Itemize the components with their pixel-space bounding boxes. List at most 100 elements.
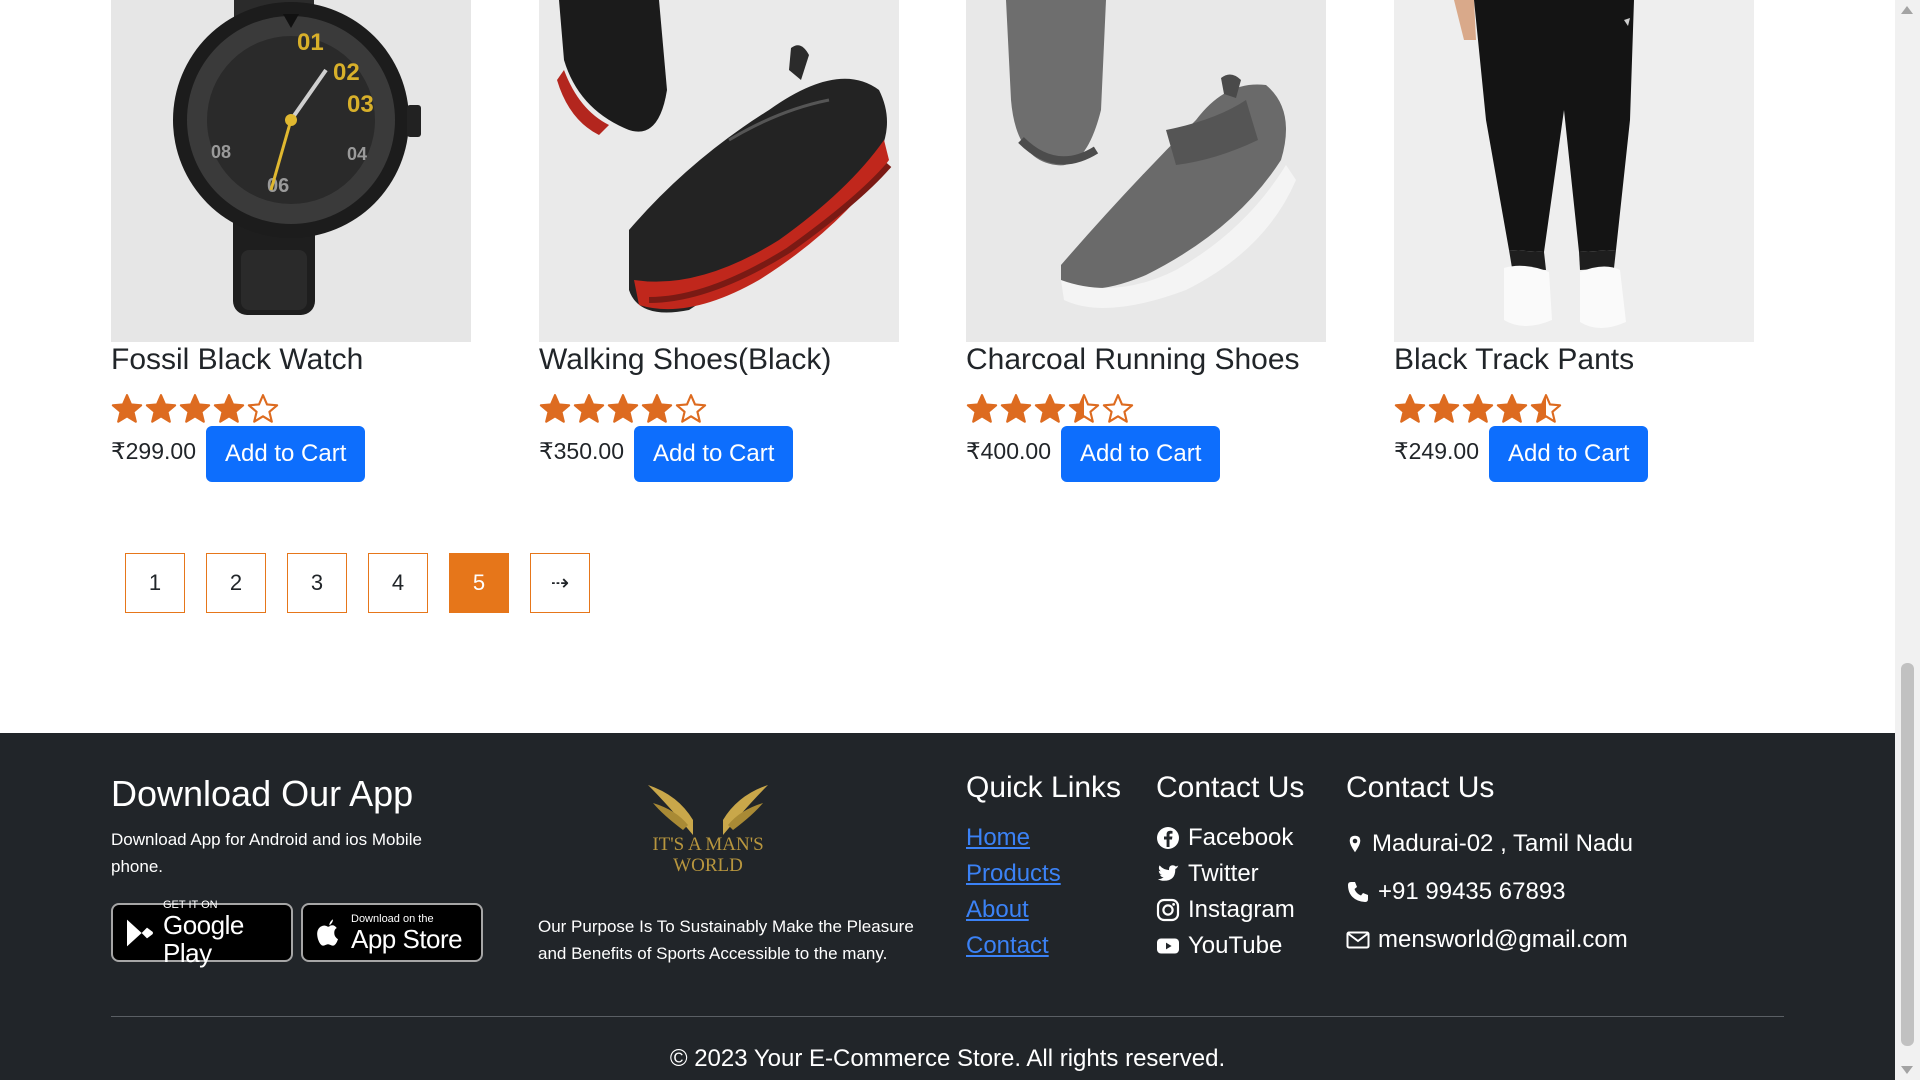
instagram-icon [1156,898,1180,922]
youtube-icon [1157,938,1179,954]
star-full-icon [1428,394,1460,423]
product-card[interactable]: Walking Shoes(Black) ₹350.00 Add to Cart [539,0,899,482]
product-price: ₹299.00 [111,438,196,464]
star-empty-icon [1102,394,1134,423]
google-play-big-text: Google Play [163,909,244,968]
footer: Download Our App Download App for Androi… [0,733,1895,1080]
star-full-icon [607,394,639,423]
star-half-icon [1068,394,1100,423]
svg-text:01: 01 [297,29,324,56]
apple-icon [317,918,338,946]
youtube-label: YouTube [1188,932,1283,959]
star-full-icon [966,394,998,423]
page: 01 02 03 06 08 04 Fossil Black Watch ₹29… [0,0,1895,1080]
copyright-text: © 2023 Your E-Commerce Store. All rights… [669,1045,1226,1072]
twitter-label: Twitter [1188,860,1259,887]
logo-line2: WORLD [673,855,743,876]
svg-text:03: 03 [347,91,374,118]
google-play-small-text: GET IT ON [163,898,218,911]
scroll-down-arrow[interactable] [1901,1066,1913,1074]
page-scrollbar[interactable] [1895,0,1920,1080]
email-text: mensworld@gmail.com [1378,926,1628,953]
contact-phone[interactable]: +91 99435 67893 [1346,868,1633,916]
product-card[interactable]: 01 02 03 06 08 04 Fossil Black Watch ₹29… [111,0,471,482]
svg-text:08: 08 [211,142,231,162]
product-price: ₹400.00 [966,438,1051,464]
app-store-small-text: Download on the [351,912,434,925]
footer-link-contact[interactable]: Contact [966,928,1061,964]
download-app-text: Download App for Android and ios Mobile … [111,830,422,876]
star-full-icon [1496,394,1528,423]
logo-line1: IT'S A MAN'S [652,834,763,855]
add-to-cart-button[interactable]: Add to Cart [1060,426,1221,482]
social-heading: Contact Us [1156,771,1305,804]
twitter-icon [1157,865,1179,881]
star-full-icon [213,394,245,423]
watch-image[interactable]: 01 02 03 06 08 04 [111,0,471,342]
facebook-label: Facebook [1188,824,1294,851]
page-button-4[interactable]: 4 [368,553,428,613]
google-play-badge[interactable]: GET IT ON Google Play [111,899,293,967]
envelope-icon [1346,931,1370,949]
brand-logo: IT'S A MAN'S WORLD [648,785,768,876]
footer-link-about[interactable]: About [966,892,1061,928]
location-pin-icon [1349,835,1361,853]
star-rating [539,393,707,425]
instagram-label: Instagram [1188,896,1295,923]
add-to-cart-button[interactable]: Add to Cart [633,426,794,482]
product-card[interactable]: Charcoal Running Shoes ₹400.00 Add to Ca… [966,0,1326,482]
address-text: Madurai-02 , Tamil Nadu [1372,830,1634,857]
star-rating [111,393,279,425]
add-to-cart-button[interactable]: Add to Cart [205,426,366,482]
page-button-3[interactable]: 3 [287,553,347,613]
product-card[interactable]: Black Track Pants ₹249.00 Add to Cart [1394,0,1754,482]
social-link-youtube[interactable]: YouTube [1156,928,1295,964]
social-link-twitter[interactable]: Twitter [1156,856,1295,892]
star-rating [966,393,1134,425]
star-full-icon [641,394,673,423]
svg-text:02: 02 [333,59,360,86]
social-link-facebook[interactable]: Facebook [1156,820,1295,856]
pants-image[interactable] [1394,0,1754,342]
phone-text: +91 99435 67893 [1378,878,1566,905]
product-grid: 01 02 03 06 08 04 Fossil Black Watch ₹29… [111,0,1811,490]
star-empty-icon [675,394,707,423]
star-full-icon [573,394,605,423]
product-price: ₹249.00 [1394,438,1479,464]
star-half-icon [1530,394,1562,423]
page-button-5[interactable]: 5 [449,553,509,613]
star-full-icon [179,394,211,423]
star-full-icon [1034,394,1066,423]
star-full-icon [145,394,177,423]
purpose-text: Our Purpose Is To Sustainably Make the P… [538,917,914,963]
scrollbar-thumb[interactable] [1901,663,1914,1046]
footer-link-home[interactable]: Home [966,820,1061,856]
shoe-image[interactable] [966,0,1326,342]
contact-email[interactable]: mensworld@gmail.com [1346,916,1633,964]
pagination: 1 2 3 4 5 ⇢ [125,553,590,614]
svg-text:04: 04 [347,144,367,164]
star-empty-icon [247,394,279,423]
page-button-2[interactable]: 2 [206,553,266,613]
scroll-up-arrow[interactable] [1901,6,1913,14]
star-full-icon [111,394,143,423]
social-link-instagram[interactable]: Instagram [1156,892,1295,928]
page-button-1[interactable]: 1 [125,553,185,613]
product-title[interactable]: Fossil Black Watch [111,343,363,377]
footer-link-products[interactable]: Products [966,856,1061,892]
app-store-badge[interactable]: Download on the App Store [301,903,483,962]
add-to-cart-button[interactable]: Add to Cart [1488,426,1649,482]
shoe-image[interactable] [539,0,899,342]
star-full-icon [1394,394,1426,423]
quick-links-heading: Quick Links [966,771,1122,804]
svg-text:06: 06 [267,175,289,197]
star-full-icon [539,394,571,423]
download-app-heading: Download Our App [111,773,414,814]
contact-address: Madurai-02 , Tamil Nadu [1346,820,1633,868]
footer-divider [111,1016,1784,1017]
product-title[interactable]: Walking Shoes(Black) [539,343,831,377]
next-page-button[interactable]: ⇢ [530,553,590,613]
facebook-icon [1157,827,1179,849]
product-title[interactable]: Charcoal Running Shoes [966,343,1300,377]
product-title[interactable]: Black Track Pants [1394,343,1634,377]
